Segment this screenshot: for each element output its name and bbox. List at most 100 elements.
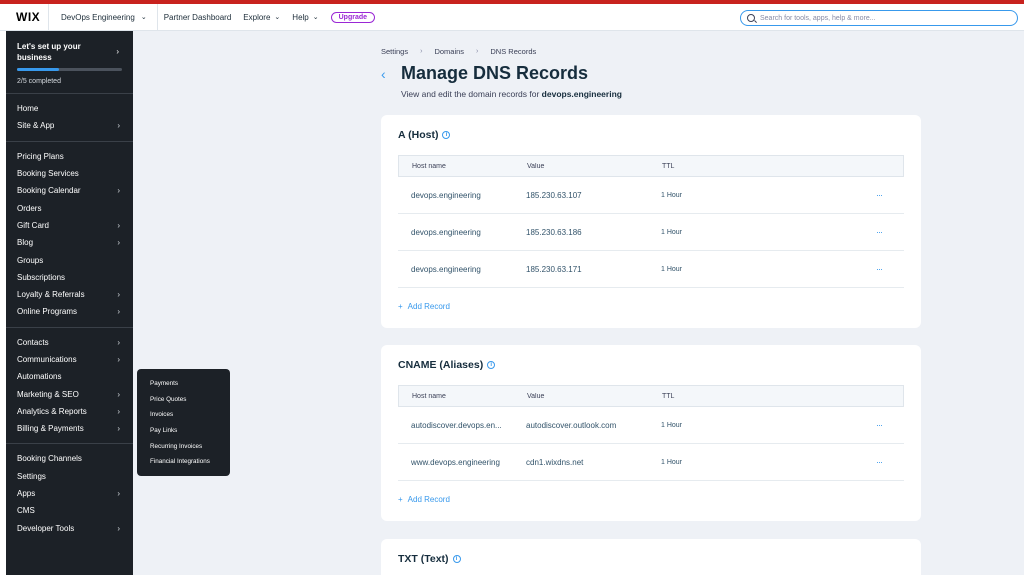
more-actions-icon[interactable]: ···: [876, 264, 904, 274]
setup-count: 2/5 completed: [17, 78, 61, 85]
sidebar-item-marketing-seo[interactable]: Marketing & SEO ›: [6, 385, 133, 402]
sidebar-item-subscriptions[interactable]: Subscriptions: [6, 269, 133, 286]
a-records-table: Host name Value TTL devops.engineering 18…: [398, 155, 904, 288]
site-switcher[interactable]: DevOps Engineering ⌄: [48, 3, 158, 31]
add-record-label: Add Record: [407, 495, 450, 504]
flyout-item[interactable]: Payments: [150, 376, 230, 392]
info-icon[interactable]: i: [452, 555, 461, 563]
chevron-right-icon: ›: [420, 48, 423, 55]
chevron-right-icon: ›: [117, 523, 120, 533]
search-input[interactable]: Search for tools, apps, help & more...: [740, 10, 1018, 26]
sidebar-item-label: Marketing & SEO: [17, 389, 79, 399]
flyout-item[interactable]: Price Quotes: [150, 392, 230, 408]
cname-records-table: Host name Value TTL autodiscover.devops.…: [398, 385, 904, 481]
page-title: Manage DNS Records: [401, 63, 589, 83]
sidebar-item-automations[interactable]: Automations: [6, 368, 133, 385]
sidebar-item-label: Settings: [17, 471, 46, 481]
sidebar-item-label: Developer Tools: [17, 523, 75, 533]
more-actions-icon[interactable]: ···: [876, 420, 904, 430]
cell-ttl: 1 Hour: [661, 228, 683, 236]
cell-host-name: devops.engineering: [411, 264, 481, 274]
add-a-record-button[interactable]: + Add Record: [398, 302, 450, 311]
chevron-right-icon: ›: [116, 47, 119, 56]
add-cname-record-button[interactable]: + Add Record: [398, 495, 450, 504]
chevron-right-icon: ›: [117, 290, 120, 300]
info-icon[interactable]: i: [442, 131, 451, 139]
sidebar-item-site-app[interactable]: Site & App ›: [6, 117, 133, 134]
sidebar-item-billing-payments[interactable]: Billing & Payments ›: [6, 420, 133, 437]
sidebar-item-booking-calendar[interactable]: Booking Calendar ›: [6, 182, 133, 199]
table-row: www.devops.engineering cdn1.wixdns.net 1 H…: [398, 444, 904, 481]
card-title-text: TXT (Text): [398, 553, 449, 565]
nav-label: Explore: [243, 12, 271, 22]
setup-progress-bar: [17, 68, 122, 71]
cell-host-name: autodiscover.devops.en...: [411, 420, 502, 430]
cell-host-name: devops.engineering: [411, 227, 481, 237]
more-actions-icon[interactable]: ···: [876, 457, 904, 467]
sidebar-item-label: Subscriptions: [17, 272, 66, 282]
sidebar-item-cms[interactable]: CMS: [6, 502, 133, 519]
sidebar-item-gift-card[interactable]: Gift Card ›: [6, 217, 133, 234]
flyout-item[interactable]: Recurring Invoices: [150, 438, 230, 454]
breadcrumb-domains[interactable]: Domains: [434, 47, 464, 56]
chevron-right-icon: ›: [117, 424, 120, 434]
sidebar-item-label: Site & App: [17, 121, 55, 131]
nav-partner-dashboard[interactable]: Partner Dashboard: [158, 13, 238, 22]
sidebar-item-label: Orders: [17, 203, 42, 213]
sidebar-item-orders[interactable]: Orders: [6, 199, 133, 216]
sidebar-item-contacts[interactable]: Contacts ›: [6, 334, 133, 351]
sidebar-item-label: Home: [17, 104, 39, 114]
setup-progress-fill: [17, 68, 59, 71]
setup-widget[interactable]: Let's set up your business › 2/5 complet…: [6, 31, 133, 94]
site-name: DevOps Engineering: [61, 12, 135, 22]
wix-logo[interactable]: WIX: [0, 10, 48, 24]
sidebar-item-communications[interactable]: Communications ›: [6, 351, 133, 368]
billing-flyout-menu: Payments Price Quotes Invoices Pay Links Rec…: [137, 369, 230, 476]
sidebar-item-settings[interactable]: Settings: [6, 468, 133, 485]
flyout-item[interactable]: Pay Links: [150, 423, 230, 439]
column-host-name: Host name: [412, 162, 446, 170]
chevron-right-icon: ›: [117, 121, 120, 131]
sidebar-item-groups[interactable]: Groups: [6, 251, 133, 268]
info-icon[interactable]: i: [487, 361, 496, 369]
search-placeholder: Search for tools, apps, help & more...: [760, 14, 876, 22]
txt-records-card: TXT (Text) i: [381, 539, 921, 575]
card-title-text: CNAME (Aliases): [398, 359, 484, 371]
sidebar-item-blog[interactable]: Blog ›: [6, 234, 133, 251]
flyout-item[interactable]: Financial Integrations: [150, 454, 230, 470]
upgrade-button[interactable]: Upgrade: [330, 11, 376, 23]
breadcrumb-settings[interactable]: Settings: [381, 47, 408, 56]
chevron-down-icon: ⌄: [140, 14, 147, 21]
sidebar-item-loyalty-referrals[interactable]: Loyalty & Referrals ›: [6, 286, 133, 303]
chevron-right-icon: ›: [117, 238, 120, 248]
sidebar-item-developer-tools[interactable]: Developer Tools ›: [6, 520, 133, 537]
sidebar-item-label: Billing & Payments: [17, 424, 84, 434]
nav-help[interactable]: Help ⌄: [286, 13, 324, 22]
sidebar-item-online-programs[interactable]: Online Programs ›: [6, 303, 133, 320]
sidebar-group: Pricing Plans Booking Services Booking Cal…: [6, 142, 133, 328]
sidebar-item-label: Gift Card: [17, 220, 50, 230]
cell-host-name: www.devops.engineering: [411, 457, 500, 467]
back-arrow-icon[interactable]: ‹: [381, 66, 386, 82]
cell-value: 185.230.63.171: [526, 264, 582, 274]
more-actions-icon[interactable]: ···: [876, 190, 904, 200]
sidebar-item-pricing-plans[interactable]: Pricing Plans: [6, 148, 133, 165]
sidebar-item-label: Groups: [17, 255, 44, 265]
sidebar-item-analytics-reports[interactable]: Analytics & Reports ›: [6, 403, 133, 420]
cname-records-card: CNAME (Aliases) i Host name Value TTL au…: [381, 345, 921, 521]
sidebar-item-label: Online Programs: [17, 307, 78, 317]
a-records-rows: devops.engineering 185.230.63.107 1 Hour ··…: [398, 177, 904, 288]
cell-value: cdn1.wixdns.net: [526, 457, 584, 467]
nav-explore[interactable]: Explore ⌄: [237, 13, 286, 22]
sidebar-item-booking-channels[interactable]: Booking Channels: [6, 450, 133, 467]
sidebar-item-booking-services[interactable]: Booking Services: [6, 165, 133, 182]
sidebar-item-apps[interactable]: Apps ›: [6, 485, 133, 502]
cname-records-rows: autodiscover.devops.en... autodiscover.ou…: [398, 407, 904, 481]
chevron-right-icon: ›: [117, 186, 120, 196]
sidebar-item-label: CMS: [17, 506, 35, 516]
more-actions-icon[interactable]: ···: [876, 227, 904, 237]
flyout-item[interactable]: Invoices: [150, 407, 230, 423]
sidebar-item-home[interactable]: Home: [6, 100, 133, 117]
sidebar-item-label: Booking Services: [17, 169, 79, 179]
sidebar-item-label: Booking Channels: [17, 454, 82, 464]
